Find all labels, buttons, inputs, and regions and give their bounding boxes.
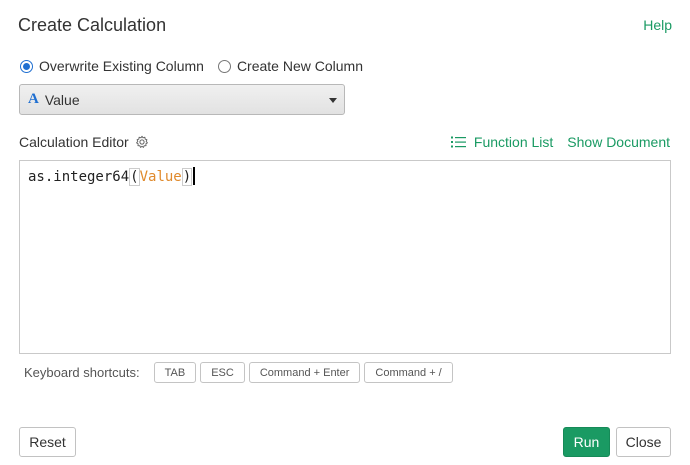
shortcut-key-esc: ESC xyxy=(200,362,245,383)
dialog-title: Create Calculation xyxy=(18,15,167,35)
function-list-label: Function List xyxy=(473,134,554,150)
code-open-paren: ( xyxy=(129,168,140,186)
editor-links: Function List Show Document xyxy=(450,134,670,150)
run-button[interactable]: Run xyxy=(563,427,610,457)
column-select[interactable]: A Value xyxy=(19,84,345,115)
help-link[interactable]: Help xyxy=(643,17,672,33)
close-button[interactable]: Close xyxy=(616,427,671,457)
list-icon xyxy=(450,136,466,148)
text-cursor xyxy=(193,167,196,185)
column-select-value: Value xyxy=(44,91,80,108)
overwrite-column-label: Overwrite Existing Column xyxy=(39,58,204,74)
show-document-link[interactable]: Show Document xyxy=(567,134,670,150)
code-function: as.integer64 xyxy=(28,169,130,185)
code-argument: Value xyxy=(139,169,182,185)
overwrite-column-radio[interactable]: Overwrite Existing Column xyxy=(20,58,204,74)
editor-header: Calculation Editor xyxy=(19,134,149,150)
mode-radio-group: Overwrite Existing Column Create New Col… xyxy=(20,58,377,74)
radio-unchecked-icon[interactable] xyxy=(217,59,231,73)
shortcut-key-command-slash: Command + / xyxy=(364,362,453,383)
radio-checked-icon[interactable] xyxy=(20,59,33,73)
editor-label: Calculation Editor xyxy=(19,134,129,150)
create-calculation-dialog: Create Calculation Help Overwrite Existi… xyxy=(0,0,690,465)
shortcuts-label: Keyboard shortcuts: xyxy=(24,365,140,380)
calculation-editor[interactable]: as.integer64(Value) xyxy=(19,160,671,354)
code-close-paren: ) xyxy=(181,168,193,186)
create-column-label: Create New Column xyxy=(236,58,363,74)
shortcut-key-command-enter: Command + Enter xyxy=(248,362,361,383)
keyboard-shortcuts: Keyboard shortcuts: TAB ESC Command + En… xyxy=(24,362,457,383)
gear-icon[interactable] xyxy=(135,135,149,149)
reset-button[interactable]: Reset xyxy=(19,427,76,457)
caret-down-icon xyxy=(329,98,337,103)
code-line[interactable]: as.integer64(Value) xyxy=(28,167,196,186)
create-column-radio[interactable]: Create New Column xyxy=(217,58,363,74)
function-list-link[interactable]: Function List xyxy=(450,134,554,150)
character-type-icon: A xyxy=(28,91,39,107)
shortcut-key-tab: TAB xyxy=(153,362,197,383)
